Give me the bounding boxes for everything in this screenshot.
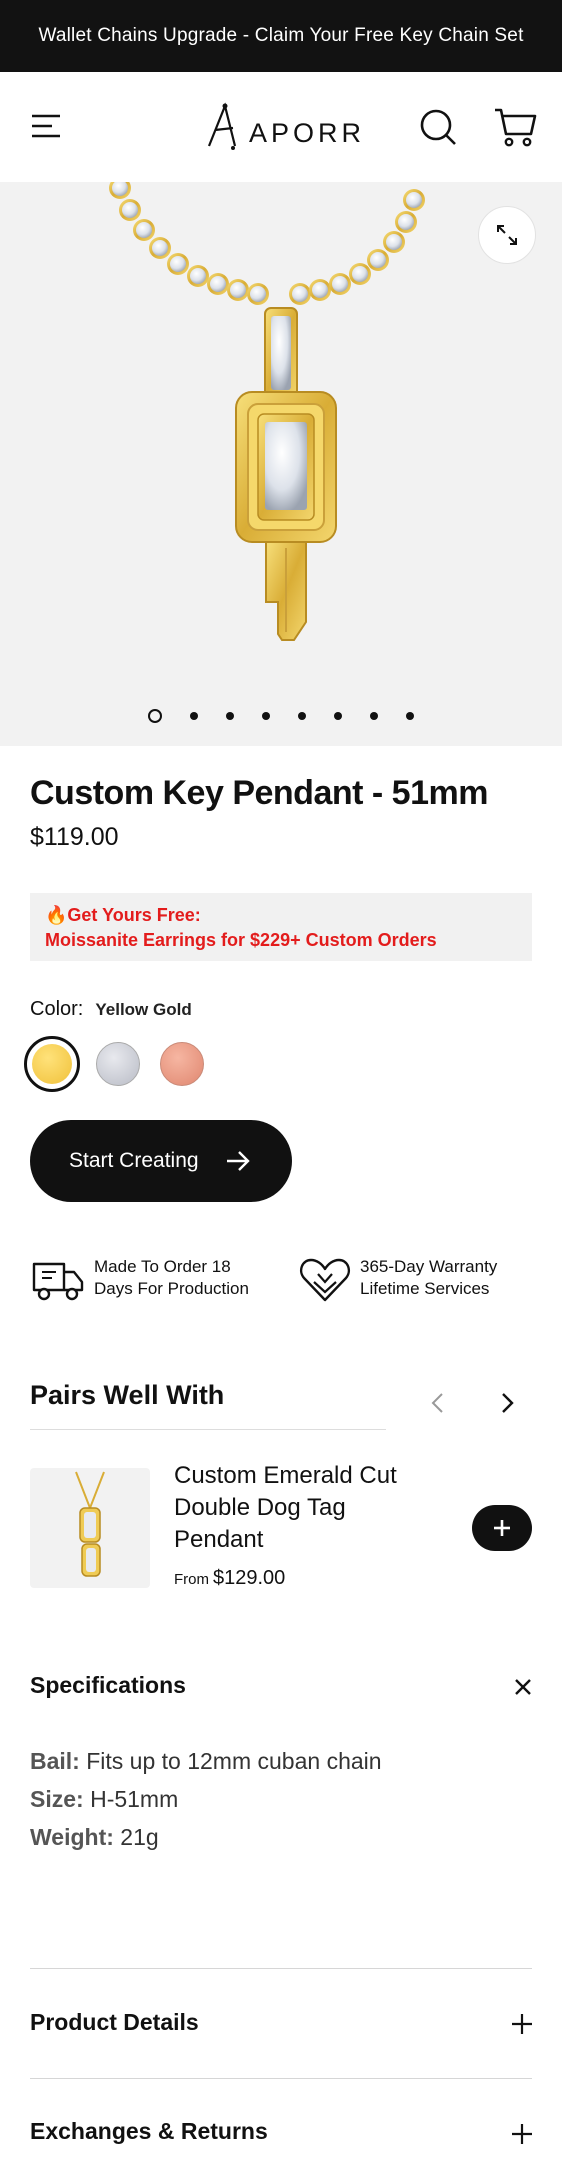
gallery-dot[interactable] [334,712,342,720]
product-price: $119.00 [30,823,119,851]
gallery-dot[interactable] [226,712,234,720]
pairs-section-title: Pairs Well With [30,1380,225,1410]
specifications-list: Bail: Fits up to 12mm cuban chain Size: … [30,1742,382,1856]
carousel-next-button[interactable] [490,1386,524,1420]
gallery-dot[interactable] [262,712,270,720]
site-header: APORRO [0,72,562,182]
carousel-prev-button[interactable] [421,1386,455,1420]
accordion-exchanges-returns[interactable]: Exchanges & Returns [30,2118,268,2145]
brand-logo[interactable]: APORRO [205,102,386,154]
feature-made-to-order: Made To Order 18 Days For Production [30,1256,249,1304]
spec-item: Weight: 21g [30,1818,382,1856]
spec-label: Size: [30,1786,84,1812]
chevron-right-icon [502,1393,514,1413]
plus-icon [494,1520,510,1536]
cart-icon[interactable] [493,106,537,148]
selected-color: Yellow Gold [95,1000,192,1019]
section-divider [30,2078,532,2079]
plus-icon[interactable] [510,2012,534,2036]
heart-hands-icon [300,1258,350,1302]
swatch-yellow-gold[interactable] [24,1036,80,1092]
start-creating-button[interactable]: Start Creating [30,1120,292,1202]
accordion-product-details[interactable]: Product Details [30,2009,199,2036]
spec-value: Fits up to 12mm cuban chain [86,1748,382,1774]
gallery-pagination [0,709,562,723]
product-title: Custom Key Pendant - 51mm [30,774,488,812]
spec-value: 21g [120,1824,159,1850]
chevron-left-icon [431,1393,443,1413]
product-image [109,182,425,641]
swatch-rose-gold[interactable] [154,1036,210,1092]
from-label: From [174,1571,209,1588]
promo-banner: 🔥Get Yours Free: Moissanite Earrings for… [30,893,532,961]
section-divider [30,1968,532,1969]
gallery-dot[interactable] [298,712,306,720]
pair-product-name[interactable]: Custom Emerald Cut Double Dog Tag Pendan… [174,1460,424,1556]
delivery-truck-icon [32,1262,84,1301]
price-amount: $129.00 [213,1567,286,1589]
feature-line-2: Days For Production [94,1279,249,1298]
section-divider [30,1429,386,1430]
menu-icon[interactable] [30,112,64,142]
logo-text: APORRO [249,118,365,148]
promo-line-1: Get Yours Free: [67,905,201,925]
announcement-text: Wallet Chains Upgrade - Claim Your Free … [38,25,524,46]
color-selector-label: Color: Yellow Gold [30,998,192,1021]
color-label: Color: [30,998,84,1020]
announcement-bar[interactable]: Wallet Chains Upgrade - Claim Your Free … [0,0,562,72]
search-icon[interactable] [419,108,459,148]
swatch-silver[interactable] [90,1036,146,1092]
expand-icon[interactable] [478,206,536,264]
fire-icon: 🔥 [45,905,68,925]
specifications-title[interactable]: Specifications [30,1672,186,1699]
spec-label: Weight: [30,1824,114,1850]
spec-item: Bail: Fits up to 12mm cuban chain [30,1742,382,1780]
spec-item: Size: H-51mm [30,1780,382,1818]
start-creating-label: Start Creating [69,1149,199,1172]
feature-line-1: 365-Day Warranty [360,1257,498,1276]
feature-line-2: Lifetime Services [360,1279,490,1298]
promo-line-2: Moissanite Earrings for $229+ Custom Ord… [45,930,437,950]
arrow-right-icon [227,1151,250,1171]
feature-warranty: 365-Day Warranty Lifetime Services [298,1256,497,1306]
pair-product-image[interactable] [30,1468,150,1588]
spec-value: H-51mm [90,1786,179,1812]
add-to-cart-button[interactable] [472,1505,532,1551]
product-image-gallery[interactable] [0,182,562,746]
spec-label: Bail: [30,1748,80,1774]
pair-product-price: From $129.00 [174,1567,285,1590]
gallery-dot[interactable] [406,712,414,720]
gallery-dot[interactable] [190,712,198,720]
close-icon[interactable] [512,1676,534,1698]
plus-icon[interactable] [510,2122,534,2146]
gallery-dot[interactable] [148,709,162,723]
gallery-dot[interactable] [370,712,378,720]
feature-line-1: Made To Order 18 [94,1257,231,1276]
